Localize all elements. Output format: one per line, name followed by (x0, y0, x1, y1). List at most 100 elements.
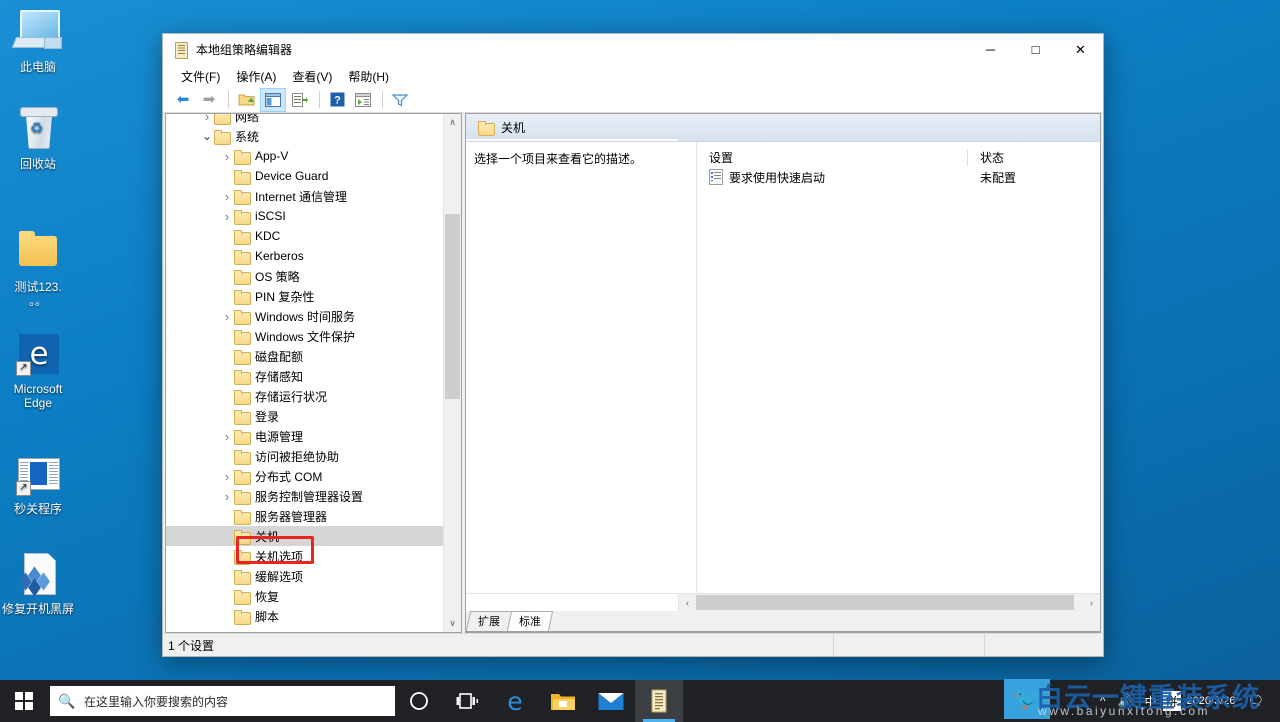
folder-icon (234, 490, 250, 503)
settings-list-pane: 关机 选择一个项目来查看它的描述。 设置 状态 要求使用快速启动未配置 (465, 113, 1101, 633)
search-icon: 🔍 (50, 693, 84, 710)
menu-help[interactable]: 帮助(H) (340, 66, 397, 87)
folder-icon (234, 510, 250, 523)
chevron-right-icon[interactable]: › (220, 309, 234, 324)
scroll-up-button[interactable]: ∧ (444, 114, 461, 131)
tree-item[interactable]: 登录 (166, 406, 443, 426)
chevron-right-icon[interactable]: › (220, 489, 234, 504)
tree-item[interactable]: KDC (166, 226, 443, 246)
folder-icon (234, 210, 250, 223)
desktop-icon-folder-test123[interactable]: 测试123. 。。 (0, 228, 76, 308)
export-list-icon[interactable] (288, 89, 312, 111)
tree-item[interactable]: 脚本 (166, 606, 443, 626)
cortana-icon[interactable] (395, 680, 443, 722)
column-header-setting[interactable]: 设置 (697, 149, 967, 166)
chevron-right-icon[interactable]: › (220, 189, 234, 204)
menu-view[interactable]: 查看(V) (284, 66, 340, 87)
desktop-icon-microsoft-edge[interactable]: e ↗ Microsoft Edge (0, 330, 76, 410)
close-button[interactable]: ✕ (1058, 34, 1103, 65)
chevron-down-icon[interactable]: ⌄ (200, 133, 214, 139)
clock-date[interactable]: 2020/3/26 (1181, 695, 1244, 708)
volume-icon[interactable]: 🔊 (1112, 680, 1139, 722)
group-policy-editor-icon[interactable] (635, 680, 683, 722)
scroll-thumb[interactable] (445, 214, 460, 399)
tree-item[interactable]: 访问被拒绝协助 (166, 446, 443, 466)
tree-item[interactable]: ⌄系统 (166, 126, 443, 146)
tree-item[interactable]: Kerberos (166, 246, 443, 266)
description-column: 选择一个项目来查看它的描述。 (466, 142, 697, 593)
tray-expand-icon[interactable]: ^ (1094, 680, 1112, 722)
tree-item[interactable]: ›电源管理 (166, 426, 443, 446)
list-horizontal-scrollbar[interactable]: ‹ › (466, 593, 1100, 611)
chevron-right-icon[interactable]: › (220, 149, 234, 164)
tree-item[interactable]: ›Internet 通信管理 (166, 186, 443, 206)
tree-item[interactable]: ›服务控制管理器设置 (166, 486, 443, 506)
tree-item[interactable]: Device Guard (166, 166, 443, 186)
tree-vertical-scrollbar[interactable]: ∧ ∨ (443, 114, 461, 632)
notification-center-icon[interactable]: 🗨 (1243, 693, 1274, 709)
chevron-right-icon[interactable]: › (220, 429, 234, 444)
policy-tree[interactable]: ›网络⌄系统›App-VDevice Guard›Internet 通信管理›i… (166, 113, 443, 632)
tree-item[interactable]: 磁盘配额 (166, 346, 443, 366)
status-count: 1 个设置 (163, 637, 833, 654)
menu-file[interactable]: 文件(F) (173, 66, 228, 87)
tab-standard[interactable]: 标准 (507, 611, 553, 631)
tree-item[interactable]: 服务器管理器 (166, 506, 443, 526)
tree-item[interactable]: 恢复 (166, 586, 443, 606)
scroll-track[interactable] (696, 594, 1083, 611)
tree-item[interactable]: 关机选项 (166, 546, 443, 566)
menu-action[interactable]: 操作(A) (228, 66, 284, 87)
scroll-left-button[interactable]: ‹ (679, 594, 696, 611)
recycle-bin-icon: ♻ (14, 105, 62, 153)
tree-item[interactable]: ›分布式 COM (166, 466, 443, 486)
tree-item[interactable]: ›App-V (166, 146, 443, 166)
desktop-icon-this-pc[interactable]: 此电脑 (0, 8, 76, 74)
search-input[interactable]: 🔍 在这里输入你要搜索的内容 (50, 686, 395, 716)
toolbar-separator (228, 91, 229, 108)
window-titlebar[interactable]: 本地组策略编辑器 ─ □ ✕ (163, 34, 1103, 65)
desktop-icon-quick-shutdown-program[interactable]: ↗ 秒关程序 (0, 450, 76, 516)
tree-item-label: 磁盘配额 (255, 348, 303, 365)
tree-item-label: 访问被拒绝协助 (255, 448, 339, 465)
minimize-button[interactable]: ─ (968, 34, 1013, 65)
tree-item[interactable]: 缓解选项 (166, 566, 443, 586)
tree-item[interactable]: Windows 文件保护 (166, 326, 443, 346)
mail-icon[interactable] (587, 680, 635, 722)
file-explorer-icon[interactable] (539, 680, 587, 722)
show-tree-icon[interactable] (260, 88, 286, 112)
task-view-icon[interactable] (443, 680, 491, 722)
tree-item[interactable]: ›iSCSI (166, 206, 443, 226)
chevron-right-icon[interactable]: › (200, 113, 214, 124)
desktop-icon-label: 测试123. 。。 (0, 280, 76, 308)
ime-language-indicator[interactable]: 中 (1139, 680, 1163, 722)
scroll-thumb[interactable] (696, 595, 1074, 610)
ime-mode-indicator[interactable]: 拼 (1163, 691, 1181, 711)
tree-item[interactable]: 存储感知 (166, 366, 443, 386)
scroll-down-button[interactable]: ∨ (444, 615, 461, 632)
start-button[interactable] (0, 680, 48, 722)
chevron-right-icon[interactable]: › (220, 209, 234, 224)
chevron-right-icon[interactable]: › (220, 469, 234, 484)
maximize-button[interactable]: □ (1013, 34, 1058, 65)
tree-item[interactable]: PIN 复杂性 (166, 286, 443, 306)
tab-extended[interactable]: 扩展 (466, 611, 512, 631)
setting-row[interactable]: 要求使用快速启动未配置 (697, 166, 1100, 188)
filter-icon[interactable] (388, 89, 412, 111)
tree-item[interactable]: ›网络 (166, 113, 443, 126)
back-icon[interactable]: ⬅ (171, 89, 195, 111)
desktop-icon-fix-black-screen[interactable]: 修复开机黑屏 (0, 550, 76, 616)
forward-icon[interactable]: ➡ (197, 89, 221, 111)
menu-bar: 文件(F) 操作(A) 查看(V) 帮助(H) (163, 65, 1103, 87)
up-folder-icon[interactable] (234, 89, 258, 111)
tree-item[interactable]: OS 策略 (166, 266, 443, 286)
scroll-right-button[interactable]: › (1083, 594, 1100, 611)
microsoft-edge-icon[interactable]: e (491, 680, 539, 722)
search-placeholder: 在这里输入你要搜索的内容 (84, 693, 228, 710)
help-icon[interactable]: ? (325, 89, 349, 111)
tree-item[interactable]: 关机 (166, 526, 443, 546)
tree-item[interactable]: 存储运行状况 (166, 386, 443, 406)
desktop-icon-recycle-bin[interactable]: ♻ 回收站 (0, 105, 76, 171)
column-header-status[interactable]: 状态 (967, 149, 1100, 166)
properties-icon[interactable] (351, 89, 375, 111)
tree-item[interactable]: ›Windows 时间服务 (166, 306, 443, 326)
